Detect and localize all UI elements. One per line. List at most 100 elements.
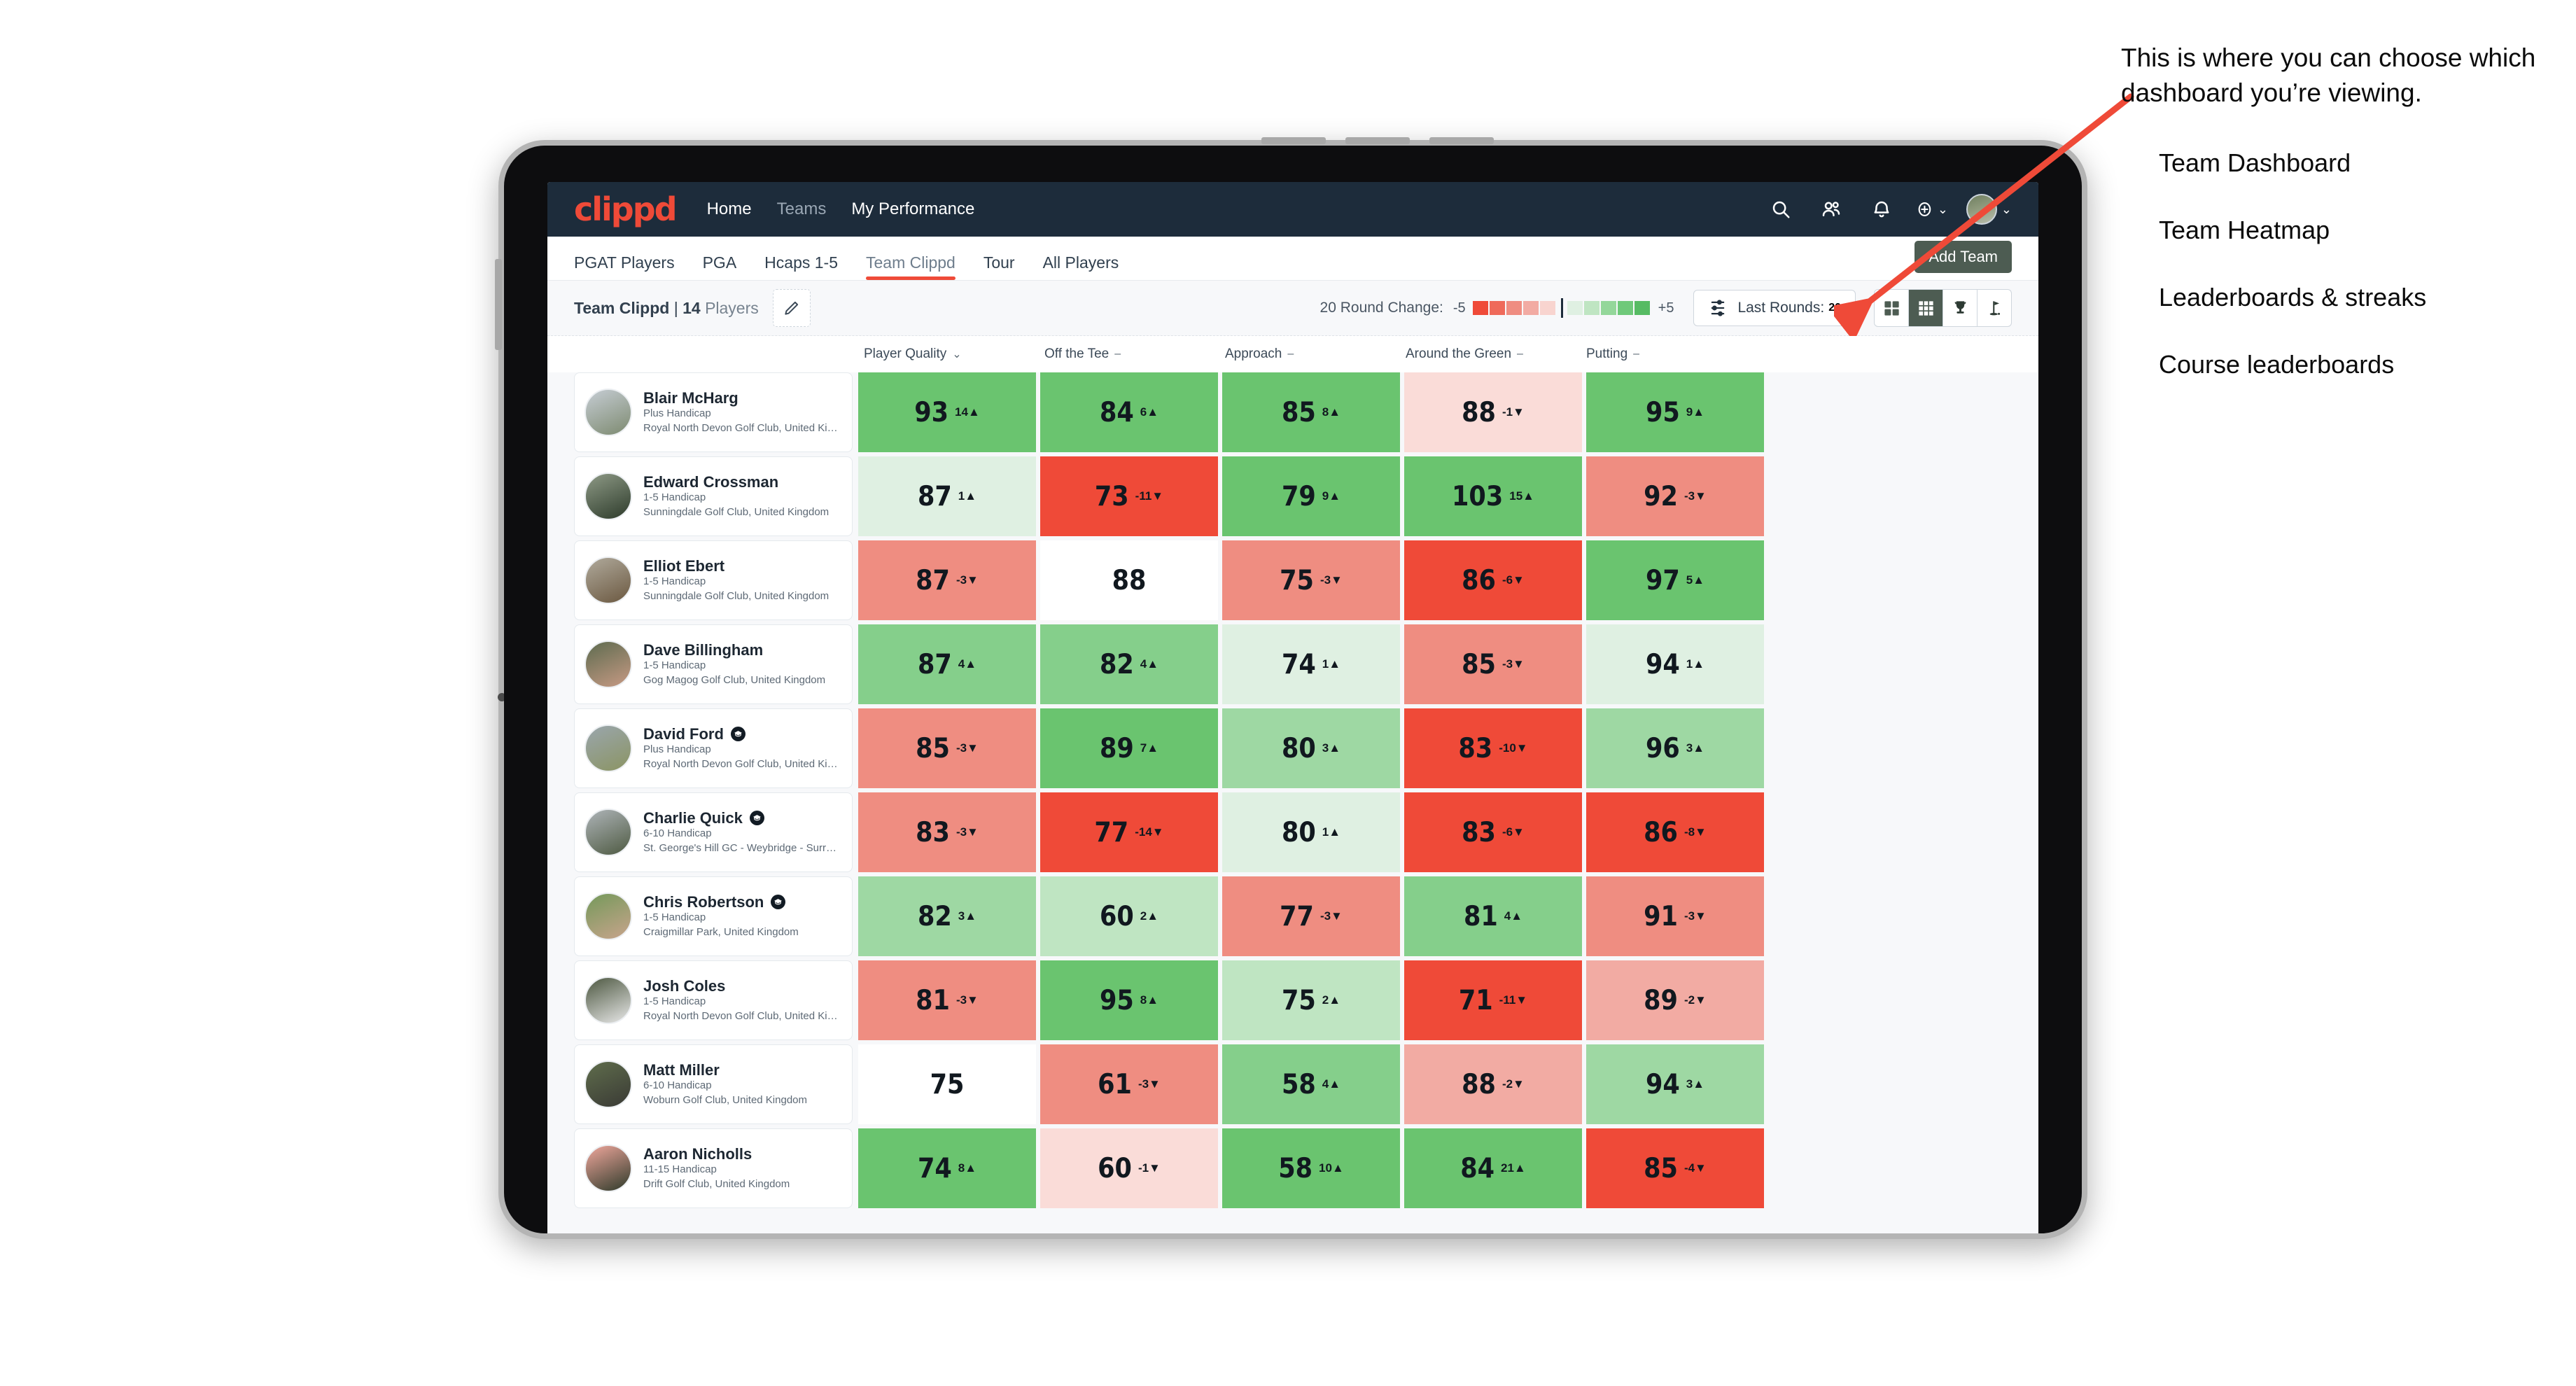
heatmap-cell[interactable]: 87 -3▼: [858, 540, 1036, 620]
heatmap-cell[interactable]: 83 -6▼: [1404, 792, 1582, 872]
bell-icon[interactable]: [1865, 193, 1898, 225]
heatmap-cell[interactable]: 82 3▲: [858, 876, 1036, 956]
heatmap-cell[interactable]: 60 -1▼: [1040, 1128, 1218, 1208]
heatmap-cell[interactable]: 85 -3▼: [858, 708, 1036, 788]
heatmap-cell[interactable]: 95 8▲: [1040, 960, 1218, 1040]
user-avatar-menu[interactable]: ⌄: [1966, 194, 2012, 225]
graduate-cap-icon: [771, 895, 786, 910]
heatmap-cell[interactable]: 85 -3▼: [1404, 624, 1582, 704]
heatmap-cell[interactable]: 88 -1▼: [1404, 372, 1582, 452]
heatmap-cell[interactable]: 97 5▲: [1586, 540, 1764, 620]
heatmap-cell[interactable]: 93 14▲: [858, 372, 1036, 452]
add-team-button[interactable]: Add Team: [1914, 241, 2012, 273]
plus-chevron-down-icon[interactable]: ⌄: [1938, 202, 1948, 217]
column-header-around-the-green[interactable]: Around the Green –: [1403, 346, 1583, 362]
avatar-chevron-down-icon[interactable]: ⌄: [2001, 202, 2012, 217]
heatmap-cell[interactable]: 71 -11▼: [1404, 960, 1582, 1040]
view-leaderboards-streaks-button[interactable]: [1943, 290, 1977, 326]
dash-icon[interactable]: –: [1287, 348, 1294, 360]
heatmap-cell[interactable]: 80 3▲: [1222, 708, 1400, 788]
heatmap-cell[interactable]: 74 8▲: [858, 1128, 1036, 1208]
heatmap-cell[interactable]: 92 -3▼: [1586, 456, 1764, 536]
heatmap-cell[interactable]: 81 -3▼: [858, 960, 1036, 1040]
view-course-leaderboards-button[interactable]: [1977, 290, 2011, 326]
heatmap-cell[interactable]: 87 4▲: [858, 624, 1036, 704]
clippd-logo[interactable]: clippd: [574, 193, 678, 225]
dash-icon[interactable]: –: [1633, 348, 1639, 360]
heatmap-cell[interactable]: 96 3▲: [1586, 708, 1764, 788]
view-team-heatmap-button[interactable]: [1909, 290, 1943, 326]
player-card[interactable]: Josh Coles 1-5 Handicap Royal North Devon …: [574, 960, 853, 1040]
heatmap-cell[interactable]: 85 -4▼: [1586, 1128, 1764, 1208]
column-header-off-the-tee[interactable]: Off the Tee –: [1042, 346, 1222, 362]
people-icon[interactable]: [1815, 193, 1847, 225]
heatmap-cell[interactable]: 75: [858, 1044, 1036, 1124]
column-header-approach[interactable]: Approach –: [1222, 346, 1403, 362]
player-card[interactable]: Dave Billingham 1-5 Handicap Gog Magog Gol…: [574, 624, 853, 704]
tab-all-players[interactable]: All Players: [1043, 253, 1119, 280]
player-card[interactable]: David Ford Plus Handicap Royal North Devon…: [574, 708, 853, 788]
tab-team-clippd[interactable]: Team Clippd: [866, 253, 955, 280]
heatmap-cell[interactable]: 77 -3▼: [1222, 876, 1400, 956]
heatmap-cell[interactable]: 58 10▲: [1222, 1128, 1400, 1208]
column-header-player-quality[interactable]: Player Quality ⌄: [861, 346, 1042, 362]
player-card[interactable]: Aaron Nicholls 11-15 Handicap Drift Golf C…: [574, 1128, 853, 1208]
player-card[interactable]: Matt Miller 6-10 Handicap Woburn Golf Club…: [574, 1044, 853, 1124]
pencil-icon: [785, 301, 798, 315]
heatmap-cell[interactable]: 94 3▲: [1586, 1044, 1764, 1124]
heatmap-cell[interactable]: 75 -3▼: [1222, 540, 1400, 620]
heatmap-cell[interactable]: 83 -3▼: [858, 792, 1036, 872]
heatmap-cell[interactable]: 61 -3▼: [1040, 1044, 1218, 1124]
heatmap-cell[interactable]: 79 9▲: [1222, 456, 1400, 536]
player-handicap: Plus Handicap: [643, 407, 711, 420]
heatmap-cell[interactable]: 85 8▲: [1222, 372, 1400, 452]
edit-team-button[interactable]: [772, 289, 811, 327]
nav-link-teams[interactable]: Teams: [777, 200, 827, 219]
heatmap-cell[interactable]: 89 -2▼: [1586, 960, 1764, 1040]
player-name: Edward Crossman: [643, 473, 829, 491]
player-handicap: 1-5 Handicap: [643, 575, 706, 588]
nav-link-home[interactable]: Home: [707, 200, 752, 219]
heatmap-cell[interactable]: 73 -11▼: [1040, 456, 1218, 536]
player-card[interactable]: Chris Robertson 1-5 Handicap Craigmillar P…: [574, 876, 853, 956]
heatmap-cell[interactable]: 84 6▲: [1040, 372, 1218, 452]
heatmap-cell[interactable]: 60 2▲: [1040, 876, 1218, 956]
heatmap-cell[interactable]: 84 21▲: [1404, 1128, 1582, 1208]
heatmap-cell[interactable]: 88: [1040, 540, 1218, 620]
dash-icon[interactable]: –: [1517, 348, 1523, 360]
search-icon[interactable]: [1765, 193, 1797, 225]
column-header-putting[interactable]: Putting –: [1583, 346, 1764, 362]
tab-tour[interactable]: Tour: [983, 253, 1015, 280]
heatmap-cell[interactable]: 75 2▲: [1222, 960, 1400, 1040]
player-card[interactable]: Blair McHarg Plus Handicap Royal North Dev…: [574, 372, 853, 452]
heatmap-cell[interactable]: 91 -3▼: [1586, 876, 1764, 956]
heatmap-cell[interactable]: 80 1▲: [1222, 792, 1400, 872]
plus-circle-icon[interactable]: ⌄: [1916, 193, 1948, 225]
player-card[interactable]: Edward Crossman 1-5 Handicap Sunningdale G…: [574, 456, 853, 536]
tab-pga[interactable]: PGA: [703, 253, 737, 280]
last-rounds-filter-button[interactable]: Last Rounds: 20: [1693, 290, 1856, 326]
tab-pgat-players[interactable]: PGAT Players: [574, 253, 675, 280]
heatmap-cell[interactable]: 58 4▲: [1222, 1044, 1400, 1124]
player-card[interactable]: Charlie Quick 6-10 Handicap St. George's H…: [574, 792, 853, 872]
dash-icon[interactable]: –: [1114, 348, 1121, 360]
heatmap-cell[interactable]: 87 1▲: [858, 456, 1036, 536]
nav-link-my-performance[interactable]: My Performance: [851, 200, 974, 219]
tab-hcaps-1-5[interactable]: Hcaps 1-5: [764, 253, 838, 280]
heatmap-cell[interactable]: 83 -10▼: [1404, 708, 1582, 788]
heatmap-cell[interactable]: 94 1▲: [1586, 624, 1764, 704]
heatmap-cell[interactable]: 103 15▲: [1404, 456, 1582, 536]
heatmap-cell[interactable]: 77 -14▼: [1040, 792, 1218, 872]
heatmap-cell[interactable]: 81 4▲: [1404, 876, 1582, 956]
heatmap-cell[interactable]: 86 -8▼: [1586, 792, 1764, 872]
heatmap-cell[interactable]: 74 1▲: [1222, 624, 1400, 704]
heatmap-cell[interactable]: 82 4▲: [1040, 624, 1218, 704]
heatmap-cell[interactable]: 89 7▲: [1040, 708, 1218, 788]
chevron-down-icon[interactable]: ⌄: [952, 347, 961, 361]
heatmap-cell[interactable]: 88 -2▼: [1404, 1044, 1582, 1124]
player-card[interactable]: Elliot Ebert 1-5 Handicap Sunningdale Golf…: [574, 540, 853, 620]
heatmap-cell[interactable]: 95 9▲: [1586, 372, 1764, 452]
cell-delta: -3▼: [955, 741, 979, 755]
view-team-dashboard-button[interactable]: [1875, 290, 1909, 326]
heatmap-cell[interactable]: 86 -6▼: [1404, 540, 1582, 620]
